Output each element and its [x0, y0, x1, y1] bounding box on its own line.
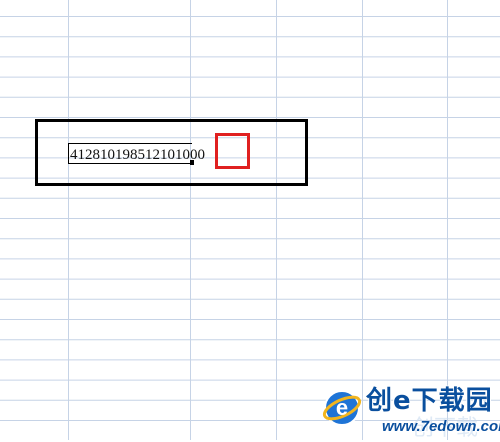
watermark-brand: 创e下载园: [366, 386, 493, 416]
highlight-frame: [35, 119, 308, 186]
ie-logo-icon: e: [322, 390, 362, 426]
spreadsheet-grid: [0, 0, 500, 440]
svg-text:e: e: [336, 395, 348, 420]
watermark: 创下载 e 创e下载园 www.7edown.com: [322, 380, 500, 441]
trailing-zeros-highlight: [215, 133, 250, 169]
watermark-url: www.7edown.com: [382, 418, 500, 435]
